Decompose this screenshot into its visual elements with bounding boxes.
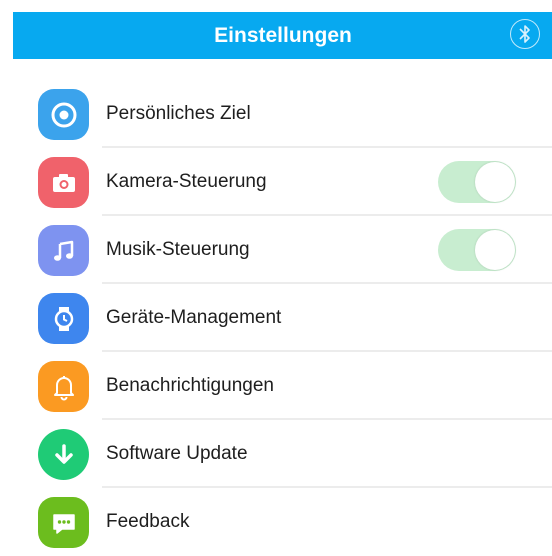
- camera-control-toggle[interactable]: [438, 161, 516, 203]
- settings-item-feedback[interactable]: Feedback: [0, 488, 552, 556]
- toggle-knob: [475, 230, 515, 270]
- settings-item-device-management[interactable]: Geräte-Management: [0, 284, 552, 352]
- download-arrow-icon: [38, 429, 89, 480]
- watch-icon: [38, 293, 89, 344]
- settings-item-personal-goal[interactable]: Persönliches Ziel: [0, 80, 552, 148]
- bluetooth-button[interactable]: [510, 19, 540, 49]
- chat-bubble-icon: [38, 497, 89, 548]
- header-bar: Einstellungen: [13, 12, 552, 59]
- settings-item-label: Benachrichtigungen: [106, 375, 274, 396]
- camera-icon: [38, 157, 89, 208]
- toggle-knob: [475, 162, 515, 202]
- settings-item-label: Persönliches Ziel: [106, 103, 251, 124]
- settings-item-label: Musik-Steuerung: [106, 239, 250, 260]
- music-note-icon: [38, 225, 89, 276]
- settings-item-label: Software Update: [106, 443, 248, 464]
- target-icon: [38, 89, 89, 140]
- settings-item-label: Geräte-Management: [106, 307, 282, 328]
- settings-item-music-control[interactable]: Musik-Steuerung: [0, 216, 552, 284]
- settings-item-software-update[interactable]: Software Update: [0, 420, 552, 488]
- music-control-toggle[interactable]: [438, 229, 516, 271]
- settings-item-notifications[interactable]: Benachrichtigungen: [0, 352, 552, 420]
- page-title: Einstellungen: [214, 24, 352, 47]
- bluetooth-icon: [519, 25, 530, 43]
- bell-icon: [38, 361, 89, 412]
- settings-item-label: Kamera-Steuerung: [106, 171, 267, 192]
- settings-item-label: Feedback: [106, 511, 190, 532]
- settings-item-camera-control[interactable]: Kamera-Steuerung: [0, 148, 552, 216]
